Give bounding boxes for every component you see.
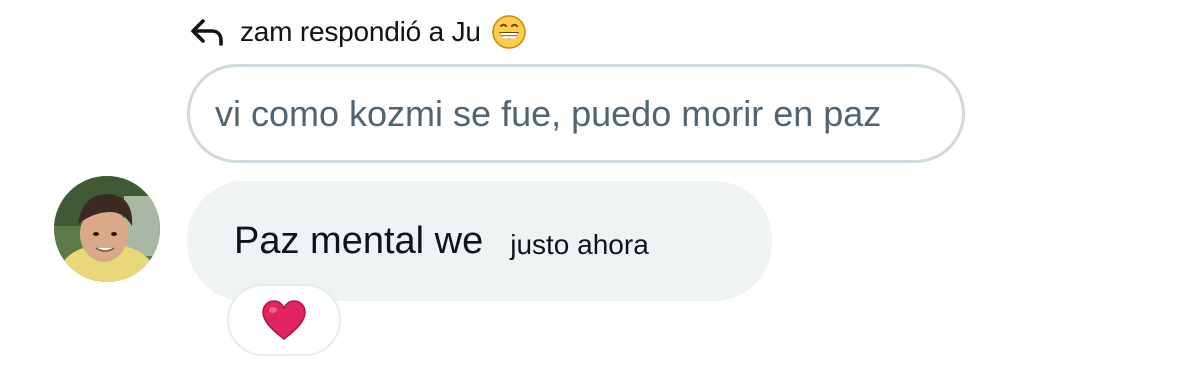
message-timestamp: justo ahora	[510, 229, 649, 260]
dm-conversation: zam respondió a Ju vi como kozmi se fue,…	[0, 0, 1200, 384]
reply-header: zam respondió a Ju	[188, 10, 527, 54]
message-bubble[interactable]: Paz mental we justo ahora	[187, 181, 772, 301]
heart-icon	[262, 300, 306, 340]
quoted-message-text: vi como kozmi se fue, puedo morir en paz	[215, 92, 882, 134]
user-avatar-image	[54, 176, 160, 282]
reply-arrow-icon	[191, 19, 223, 46]
grinning-face-emoji-icon	[492, 15, 526, 49]
quoted-message[interactable]: vi como kozmi se fue, puedo morir en paz	[187, 64, 965, 163]
avatar[interactable]	[54, 176, 160, 282]
reply-header-text: zam respondió a Ju	[240, 16, 481, 47]
reaction-badge[interactable]	[227, 284, 341, 356]
message-text: Paz mental we	[234, 219, 484, 262]
